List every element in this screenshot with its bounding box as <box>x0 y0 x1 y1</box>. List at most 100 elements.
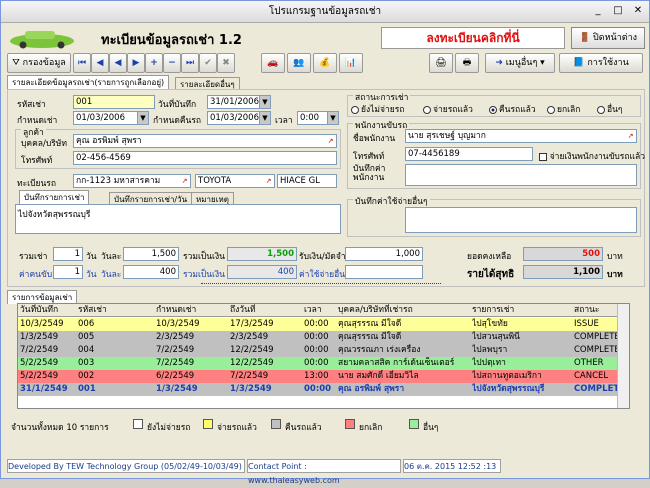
note-textarea[interactable]: ไปจังหวัดสุพรรณบุรี <box>15 204 341 234</box>
time-label: เวลา <box>275 116 293 126</box>
customer-button[interactable]: 👥 <box>287 53 311 73</box>
driver-paid-checkbox[interactable]: จ่ายเงินพนักงานขับรถแล้ว <box>539 149 645 163</box>
person-field[interactable]: คุณ อรพิมพ์ สุพรา ↗ <box>73 134 337 148</box>
time-field[interactable]: 0:00 ▼ <box>297 111 339 125</box>
column-header[interactable]: รหัสเช่า <box>78 304 107 316</box>
radio-icon <box>547 105 555 114</box>
column-header[interactable]: บุคคล/บริษัทที่เช่ารถ <box>338 304 413 316</box>
table-cell: 005 <box>78 332 95 342</box>
last-record-button[interactable]: ⏭ <box>181 53 199 73</box>
customer-phone-field[interactable]: 02-456-4569 <box>73 151 337 165</box>
radio-icon <box>423 105 431 114</box>
minimize-icon[interactable]: _ <box>589 4 607 19</box>
tab-main[interactable]: รายละเอียดข้อมูลรถเช่า(รายการถูกเลือกอยู… <box>7 75 170 89</box>
chevron-down-icon[interactable]: ▼ <box>137 112 148 124</box>
arrow-right-icon: ➜ <box>495 58 503 68</box>
column-header[interactable]: เวลา <box>304 304 322 316</box>
radio-not-dispatched[interactable]: ยังไม่จ่ายรถ <box>351 102 404 116</box>
report-button[interactable]: 📊 <box>339 53 363 73</box>
table-cell: 00:00 <box>304 332 329 342</box>
table-row[interactable]: 7/2/2549 004 7/2/2549 12/2/2549 00:00 คุณวรรณ… <box>18 344 620 357</box>
banner: ทะเบียนข้อมูลรถเช่า 1.2 ลงทะเบียนคลิกที่… <box>5 25 647 51</box>
first-record-button[interactable]: ⏮ <box>73 53 91 73</box>
radio-icon <box>351 105 359 114</box>
rental-code-field[interactable]: 001 <box>73 95 155 109</box>
person-label: บุคคล/บริษัท <box>21 139 68 149</box>
driver-name-field[interactable]: นาย สุรเชษฐ์ บุญมาก ↗ <box>405 129 637 143</box>
tab-note-record[interactable]: บันทึกรายการเช่า <box>19 190 90 204</box>
print-preview-button[interactable]: 🖶 <box>455 53 479 73</box>
lookup-icon[interactable]: ↗ <box>179 175 190 187</box>
table-cell: คุณสุรรรณ มีใจดี <box>338 332 402 342</box>
money-button[interactable]: 💰 <box>313 53 337 73</box>
table-row[interactable]: 31/1/2549 001 1/3/2549 1/3/2549 00:00 คุณ อรพ… <box>18 383 619 396</box>
prev-record-button[interactable]: ◀ <box>109 53 127 73</box>
plate-field[interactable]: กก-1123 มหาสารคาม ↗ <box>73 174 191 188</box>
return-date-field[interactable]: 01/03/2006 ▼ <box>207 111 271 125</box>
rental-table: วันที่บันทึก รหัสเช่า กำหนดเช่า ถึงวันที… <box>17 303 630 409</box>
radio-cancelled[interactable]: ยกเลิก <box>547 102 580 116</box>
radio-returned[interactable]: คืนรถแล้ว <box>489 102 536 116</box>
car-edit-button[interactable]: 🚗 <box>261 53 285 73</box>
column-header[interactable]: ถึงวันที่ <box>230 304 255 316</box>
record-date-field[interactable]: 31/01/2006 ▼ <box>207 95 271 109</box>
per-day-field[interactable]: 1,500 <box>123 247 179 261</box>
table-cell: 10/3/2549 <box>156 319 200 329</box>
table-cell: 2/3/2549 <box>230 332 269 342</box>
menu-button[interactable]: ➜ เมนูอื่นๆ ▾ <box>485 53 555 73</box>
table-row[interactable]: 5/2/2549 003 7/2/2549 12/2/2549 00:00 สยามคลา… <box>18 357 617 370</box>
register-link[interactable]: ลงทะเบียนคลิกที่นี่ <box>381 27 565 49</box>
chevron-down-icon[interactable]: ▼ <box>259 112 270 124</box>
table-row[interactable]: 5/2/2549 002 6/2/2549 7/2/2549 13:00 นาย สมศั… <box>18 370 617 383</box>
table-cell: 003 <box>78 358 95 368</box>
other-expense-field[interactable] <box>405 207 637 233</box>
lookup-icon[interactable]: ↗ <box>263 175 274 187</box>
close-icon[interactable]: ✕ <box>629 4 647 19</box>
table-cell: นาย สมศักดิ์ เอี่ยมวิไล <box>338 371 419 381</box>
next-icon: ▶ <box>132 58 140 68</box>
driver-phone-field[interactable]: 07-4456189 <box>405 147 533 161</box>
deposit-label: รับเงิน/มัดจำ <box>299 252 346 262</box>
deposit-field[interactable]: 1,000 <box>345 247 423 261</box>
save-button[interactable]: ✔ <box>199 53 217 73</box>
brand-field[interactable]: TOYOTA ↗ <box>195 174 275 188</box>
radio-other[interactable]: อื่นๆ <box>597 102 622 116</box>
column-header[interactable]: วันที่บันทึก <box>20 304 58 316</box>
table-row[interactable]: 1/3/2549 005 2/3/2549 2/3/2549 00:00 คุณสุรรร… <box>18 331 620 344</box>
lookup-icon[interactable]: ↗ <box>625 130 636 142</box>
driver-note-field[interactable] <box>405 164 637 186</box>
filter-button[interactable]: ⛛ กรองข้อมูล <box>7 53 71 73</box>
close-window-button[interactable]: 🚪 ปิดหน้าต่าง <box>571 27 645 49</box>
maximize-icon[interactable]: □ <box>609 4 627 19</box>
tab-rental-list[interactable]: รายการข้อมูลเช่า <box>7 290 78 304</box>
lookup-icon[interactable]: ↗ <box>325 135 336 147</box>
rent-days-field[interactable]: 1 <box>53 247 83 261</box>
due-date-field[interactable]: 01/03/2006 ▼ <box>73 111 149 125</box>
table-cell: 31/1/2549 <box>20 384 68 394</box>
money-icon: 💰 <box>319 58 331 68</box>
legend-swatch <box>203 419 213 429</box>
column-header[interactable]: สถานะ <box>574 304 599 316</box>
column-header[interactable]: กำหนดเช่า <box>156 304 196 316</box>
driver-per-day-field[interactable]: 400 <box>123 265 179 279</box>
driver-days-field[interactable]: 1 <box>53 265 83 279</box>
chevron-down-icon[interactable]: ▼ <box>327 112 338 124</box>
table-cell: ไปสุโขทัย <box>472 319 508 329</box>
usage-button[interactable]: 📘 การใช้งาน <box>559 53 643 73</box>
splitter-handle[interactable] <box>201 283 441 287</box>
model-field[interactable]: HIACE GL <box>277 174 337 188</box>
net-field: 1,100 <box>523 265 603 279</box>
vertical-scrollbar[interactable] <box>617 304 629 408</box>
radio-dispatched[interactable]: จ่ายรถแล้ว <box>423 102 473 116</box>
next-record-button[interactable]: ▶ <box>127 53 145 73</box>
print-button[interactable]: 🖨 <box>429 53 453 73</box>
table-row[interactable]: 10/3/2549 006 10/3/2549 17/3/2549 00:00 คุณสุ… <box>18 318 617 331</box>
add-button[interactable]: + <box>145 53 163 73</box>
delete-button[interactable]: − <box>163 53 181 73</box>
other-cost-field[interactable] <box>345 265 423 279</box>
column-header[interactable]: รายการเช่า <box>472 304 514 316</box>
table-cell: คุณ อรพิมพ์ สุพรา <box>338 384 405 394</box>
cancel-button[interactable]: ✖ <box>217 53 235 73</box>
chevron-down-icon[interactable]: ▼ <box>259 96 270 108</box>
prev-page-button[interactable]: ◀ <box>91 53 109 73</box>
